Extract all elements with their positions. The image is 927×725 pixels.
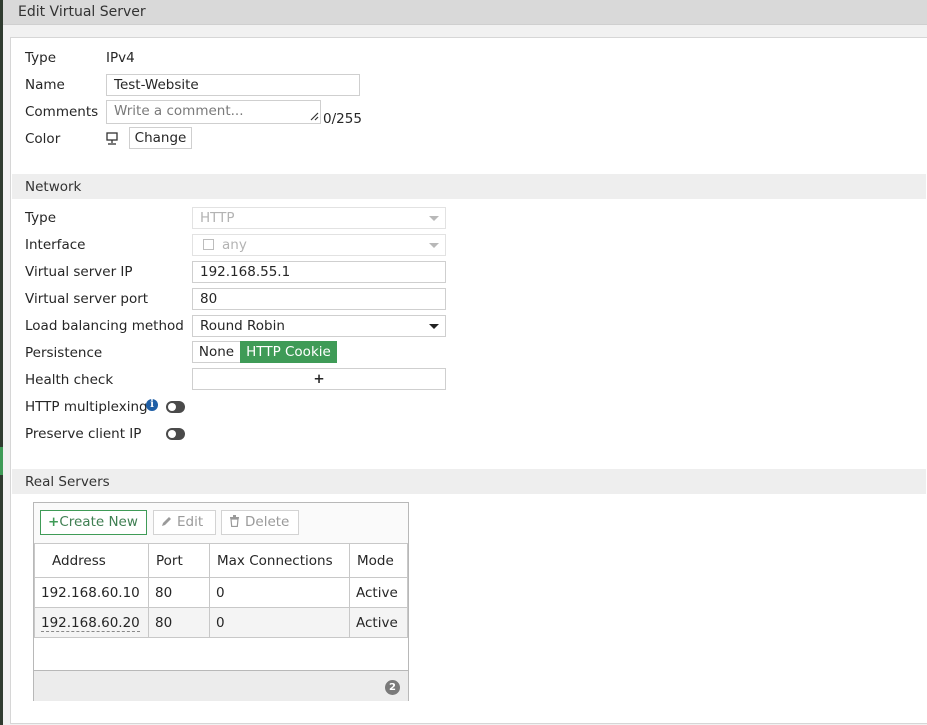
- chevron-down-icon: [429, 243, 439, 248]
- monitor-icon: [106, 132, 118, 145]
- network-type-value: HTTP: [200, 210, 235, 226]
- row-count-badge: 2: [385, 680, 400, 695]
- column-header-mode[interactable]: Mode: [349, 543, 408, 578]
- delete-button[interactable]: Delete: [221, 510, 299, 535]
- dialog-title: Edit Virtual Server: [18, 4, 146, 20]
- trash-icon: [230, 515, 239, 528]
- health-check-label: Health check: [25, 372, 114, 388]
- comments-counter: 0/255: [323, 111, 362, 127]
- persistence-http-cookie-option[interactable]: HTTP Cookie: [240, 341, 337, 363]
- resize-handle-icon[interactable]: [310, 112, 319, 121]
- mode-cell: Active: [349, 577, 408, 608]
- delete-label: Delete: [245, 514, 290, 530]
- network-section-title: Network: [25, 179, 82, 195]
- table-footer: 2: [34, 670, 408, 701]
- change-color-button[interactable]: Change: [129, 127, 192, 149]
- table-header-row: Address Port Max Connections Mode: [34, 543, 408, 578]
- column-header-max-connections[interactable]: Max Connections: [209, 543, 350, 578]
- preserve-client-ip-label: Preserve client IP: [25, 426, 142, 442]
- real-servers-toolbar: +Create New Edit Delete: [34, 503, 408, 543]
- name-label: Name: [25, 77, 65, 93]
- type-label: Type: [25, 50, 57, 66]
- column-header-port[interactable]: Port: [148, 543, 210, 578]
- network-type-label: Type: [25, 210, 57, 226]
- persistence-none-option[interactable]: None: [192, 341, 240, 363]
- edit-virtual-server-panel: Type IPv4 Name Test-Website Comments Wri…: [10, 37, 927, 724]
- address-value: 192.168.60.20: [41, 614, 140, 632]
- http-multiplexing-label: HTTP multiplexing: [25, 399, 148, 415]
- type-value: IPv4: [106, 50, 135, 66]
- create-new-label: Create New: [59, 514, 138, 530]
- interface-value: any: [222, 237, 247, 253]
- name-input[interactable]: Test-Website: [106, 74, 360, 96]
- dialog-title-bar: Edit Virtual Server: [3, 0, 927, 25]
- real-servers-table: Address Port Max Connections Mode 192.16…: [34, 543, 408, 638]
- chevron-down-icon: [429, 324, 439, 329]
- chevron-down-icon: [429, 216, 439, 221]
- comments-textarea[interactable]: Write a comment...: [106, 100, 321, 124]
- real-servers-section-header: Real Servers: [12, 469, 926, 494]
- vip-input[interactable]: 192.168.55.1: [192, 261, 446, 283]
- persistence-label: Persistence: [25, 345, 103, 361]
- mode-cell: Active: [349, 607, 408, 638]
- vport-input[interactable]: 80: [192, 288, 446, 310]
- preserve-client-ip-toggle[interactable]: [166, 428, 185, 440]
- table-row[interactable]: 192.168.60.10 80 0 Active: [34, 577, 408, 608]
- lb-method-select[interactable]: Round Robin: [192, 315, 446, 337]
- edit-label: Edit: [177, 514, 204, 530]
- address-cell: 192.168.60.20: [34, 607, 149, 638]
- add-health-check-button[interactable]: +: [192, 368, 446, 390]
- max-connections-cell: 0: [209, 577, 350, 608]
- vip-label: Virtual server IP: [25, 264, 133, 280]
- create-new-button[interactable]: +Create New: [40, 510, 147, 535]
- real-servers-section-title: Real Servers: [25, 474, 110, 490]
- column-header-address[interactable]: Address: [34, 543, 149, 578]
- comments-label: Comments: [25, 104, 99, 120]
- address-cell: 192.168.60.10: [34, 577, 149, 608]
- max-connections-cell: 0: [209, 607, 350, 638]
- real-servers-table-container: +Create New Edit Delete Address Port Max…: [33, 502, 409, 701]
- pencil-icon: [162, 517, 171, 526]
- lb-method-label: Load balancing method: [25, 318, 184, 334]
- lb-method-value: Round Robin: [200, 318, 285, 334]
- vport-label: Virtual server port: [25, 291, 149, 307]
- table-row[interactable]: 192.168.60.20 80 0 Active: [34, 607, 408, 638]
- color-label: Color: [25, 131, 61, 147]
- network-type-select: HTTP: [192, 207, 446, 229]
- interface-select: any: [192, 234, 446, 256]
- network-section-header: Network: [12, 174, 926, 199]
- port-cell: 80: [148, 607, 210, 638]
- info-icon[interactable]: i: [146, 399, 158, 411]
- left-nav-active-marker: [0, 447, 3, 475]
- http-multiplexing-toggle[interactable]: [166, 401, 185, 413]
- plus-icon: +: [48, 514, 60, 530]
- edit-button[interactable]: Edit: [153, 510, 216, 535]
- interface-label: Interface: [25, 237, 86, 253]
- port-cell: 80: [148, 577, 210, 608]
- left-nav-edge: [0, 0, 3, 725]
- checkbox-icon: [203, 239, 214, 250]
